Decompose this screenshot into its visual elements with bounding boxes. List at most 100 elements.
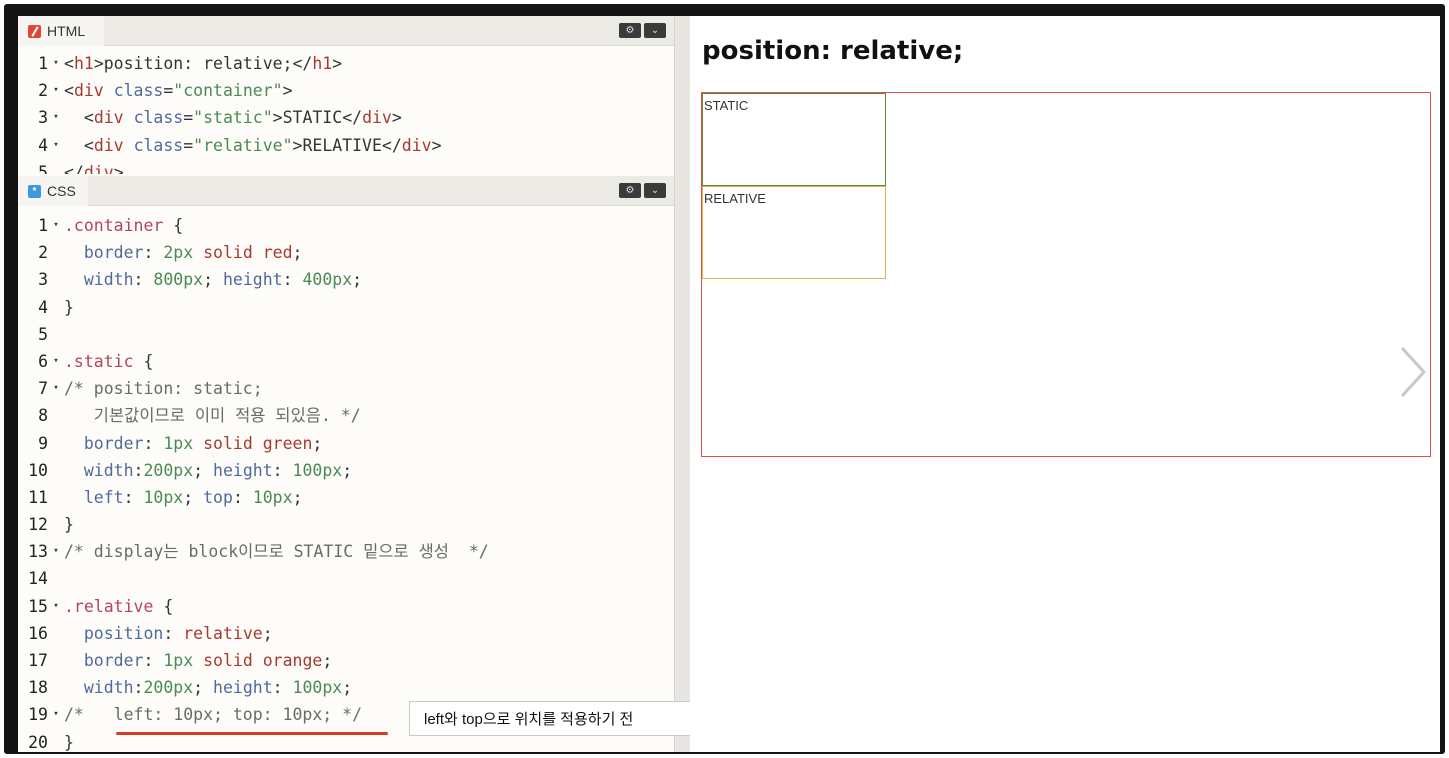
result-preview: position: relative; STATIC RELATIVE bbox=[690, 16, 1440, 752]
fold-toggle-icon[interactable]: ▾ bbox=[48, 132, 64, 159]
fold-toggle-icon[interactable]: ▾ bbox=[48, 538, 64, 565]
code-line[interactable]: 12} bbox=[18, 511, 674, 538]
code-token: .relative bbox=[64, 596, 154, 616]
code-token: 1px bbox=[163, 433, 194, 453]
code-text: } bbox=[64, 298, 74, 317]
fold-toggle-icon[interactable]: ▾ bbox=[48, 50, 64, 77]
code-line[interactable]: 5 </div> bbox=[18, 159, 674, 174]
code-token: orange bbox=[262, 651, 323, 670]
code-line[interactable]: 18 width:200px; height: 100px; bbox=[18, 674, 674, 701]
line-number: 9 bbox=[38, 433, 48, 453]
code-line[interactable]: 16 position: relative; bbox=[18, 620, 674, 647]
fold-toggle-icon[interactable]: ▾ bbox=[48, 104, 64, 131]
code-line[interactable]: 11 left: 10px; top: 10px; bbox=[18, 484, 674, 511]
fold-toggle-icon[interactable]: ▾ bbox=[48, 348, 64, 375]
code-text: <div class="container"> bbox=[64, 81, 293, 100]
code-token: 200px bbox=[143, 678, 194, 698]
line-number: 20 bbox=[28, 732, 48, 752]
chevron-down-icon[interactable]: ⌄ bbox=[644, 23, 666, 38]
code-token: ; bbox=[203, 270, 223, 290]
chevron-down-icon[interactable]: ⌄ bbox=[644, 183, 666, 198]
code-text: <div class="relative">RELATIVE</div> bbox=[64, 136, 442, 155]
code-token: < bbox=[64, 54, 74, 73]
line-number: 5 bbox=[38, 324, 48, 344]
html-code-editor[interactable]: 1 ▾ <h1>position: relative;</h1> 2 ▾ <div cla… bbox=[18, 50, 674, 174]
line-number: 14 bbox=[28, 569, 48, 589]
code-line[interactable]: 6 ▾ .static { bbox=[18, 348, 674, 375]
code-text: width:200px; height: 100px; bbox=[64, 678, 352, 697]
code-token: } bbox=[64, 732, 74, 752]
container-box: STATIC RELATIVE bbox=[701, 92, 1431, 457]
code-text: .relative { bbox=[64, 597, 173, 616]
code-line[interactable]: 10 width:200px; height: 100px; bbox=[18, 457, 674, 484]
code-line[interactable]: 2 border: 2px solid red; bbox=[18, 239, 674, 266]
code-text: border: 2px solid red; bbox=[64, 243, 303, 263]
code-token: position bbox=[83, 623, 164, 643]
code-line[interactable]: 3 ▾ <div class="static">STATIC</div> bbox=[18, 104, 674, 131]
code-token: red bbox=[262, 243, 293, 263]
code-token: ; bbox=[312, 433, 323, 453]
code-line[interactable]: 7 ▾/* position: static; bbox=[18, 375, 674, 402]
code-token: >RELATIVE</ bbox=[292, 135, 402, 155]
code-token: border bbox=[83, 433, 144, 453]
code-line[interactable]: 14 bbox=[18, 565, 674, 592]
code-line[interactable]: 1 ▾ .container { bbox=[18, 212, 674, 239]
code-token: ; bbox=[292, 243, 303, 263]
code-line[interactable]: 4} bbox=[18, 294, 674, 321]
code-line[interactable]: 1 ▾ <h1>position: relative;</h1> bbox=[18, 50, 674, 77]
code-token: : bbox=[143, 433, 164, 453]
css-pane-tab[interactable]: * CSS bbox=[18, 176, 88, 206]
html-pane-tab[interactable]: HTML bbox=[18, 16, 104, 46]
code-line[interactable]: 17 border: 1px solid orange; bbox=[18, 647, 674, 674]
code-token: } bbox=[64, 297, 74, 317]
css-code-editor[interactable]: 1 ▾ .container {2 border: 2px solid red; 3 … bbox=[18, 212, 674, 752]
code-token: height bbox=[213, 460, 273, 480]
gear-icon[interactable]: ⚙ bbox=[619, 183, 641, 198]
code-token: < bbox=[64, 135, 94, 155]
line-number: 16 bbox=[28, 623, 48, 643]
code-line[interactable]: 4 ▾ <div class="relative">RELATIVE</div> bbox=[18, 132, 674, 159]
html-icon bbox=[28, 24, 41, 38]
code-line[interactable]: 8 기본값이므로 이미 적용 되있음. */ bbox=[18, 402, 674, 429]
code-line[interactable]: 9 border: 1px solid green; bbox=[18, 430, 674, 457]
code-token: /* position: static; bbox=[64, 379, 263, 399]
code-token: 10px bbox=[143, 487, 184, 507]
fold-toggle-icon[interactable]: ▾ bbox=[48, 77, 64, 104]
code-text: left: 10px; top: 10px; bbox=[64, 488, 303, 507]
gear-icon[interactable]: ⚙ bbox=[619, 23, 641, 38]
code-token: 100px bbox=[292, 460, 343, 480]
code-line[interactable]: 5 bbox=[18, 321, 674, 348]
chevron-right-icon[interactable] bbox=[1396, 344, 1432, 400]
code-token: 10px bbox=[252, 487, 293, 507]
fold-toggle-icon[interactable]: ▾ bbox=[48, 701, 64, 728]
fold-toggle-icon[interactable]: ▾ bbox=[48, 212, 64, 239]
code-line[interactable]: 3 width: 800px; height: 400px; bbox=[18, 266, 674, 293]
code-text: position: relative; bbox=[64, 624, 273, 643]
line-number: 6 bbox=[38, 351, 48, 371]
fold-toggle-icon[interactable]: ▾ bbox=[48, 593, 64, 620]
code-token: : bbox=[272, 678, 293, 698]
line-number: 18 bbox=[28, 678, 48, 698]
fold-toggle-icon[interactable]: ▾ bbox=[48, 375, 64, 402]
line-number: 4 bbox=[38, 297, 48, 317]
code-token: </ bbox=[64, 162, 84, 174]
code-token: h1 bbox=[73, 54, 94, 73]
code-token: : bbox=[133, 678, 144, 698]
code-token: : bbox=[163, 623, 184, 643]
code-line[interactable]: 2 ▾ <div class="container"> bbox=[18, 77, 674, 104]
code-token: 200px bbox=[143, 460, 194, 480]
code-token: class bbox=[113, 81, 164, 101]
code-token: /* display는 block이므로 STATIC 밑으로 생성 */ bbox=[64, 542, 489, 562]
screenshot-frame: HTML ⚙ ⌄ 1 ▾ <h1>position: relative;</h1> 2… bbox=[4, 4, 1445, 754]
line-number: 1 bbox=[38, 216, 48, 235]
code-token: : bbox=[123, 487, 144, 507]
code-token: > bbox=[332, 54, 343, 73]
pane-resize-handle[interactable] bbox=[674, 16, 690, 752]
code-line[interactable]: 15 ▾ .relative { bbox=[18, 593, 674, 620]
code-line[interactable]: 13 ▾/* display는 block이므로 STATIC 밑으로 생성 */ bbox=[18, 538, 674, 565]
code-token: left bbox=[83, 487, 124, 507]
